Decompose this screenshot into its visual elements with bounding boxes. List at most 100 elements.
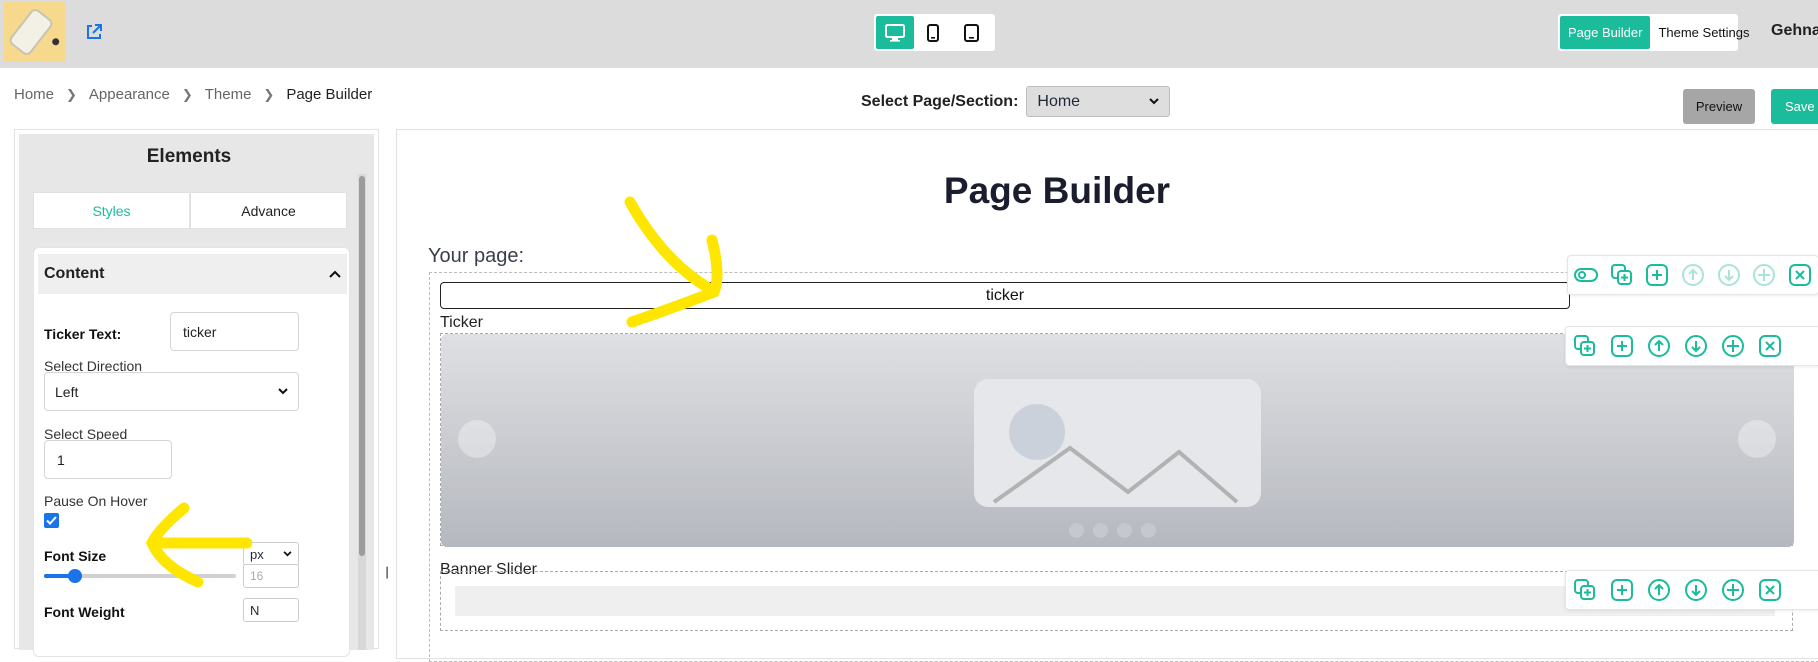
direction-select[interactable]: Left: [44, 372, 299, 411]
move-down-button[interactable]: [1681, 332, 1710, 361]
slider-dot[interactable]: [1069, 523, 1084, 538]
ticker-text-label: Ticker Text:: [44, 326, 122, 342]
checkmark-icon: [46, 516, 57, 525]
breadcrumb-current: Page Builder: [286, 86, 373, 103]
font-weight-value: N: [250, 602, 260, 618]
move-up-button[interactable]: [1679, 261, 1707, 290]
delete-block-button[interactable]: [1786, 261, 1814, 290]
annotation-arrow-left: [145, 502, 252, 588]
move-up-icon: [1647, 579, 1670, 601]
close-icon: [1789, 264, 1812, 286]
direction-value: Left: [55, 383, 79, 400]
chevron-down-icon: [1149, 98, 1160, 105]
theme-settings-mode-button[interactable]: Theme Settings: [1650, 16, 1757, 49]
close-icon: [1758, 579, 1781, 601]
ticker-preview[interactable]: ticker: [440, 282, 1570, 309]
font-weight-select[interactable]: N: [243, 598, 299, 622]
breadcrumb: Home ❯ Appearance ❯ Theme ❯ Page Builder: [14, 86, 372, 103]
copy-icon: [1610, 264, 1632, 285]
move-down-button[interactable]: [1715, 261, 1743, 290]
move-up-icon: [1682, 264, 1705, 286]
duplicate-button[interactable]: [1608, 261, 1636, 290]
camera-dot: [50, 36, 61, 47]
page-builder-mode-button[interactable]: Page Builder: [1560, 16, 1651, 49]
builder-canvas: Page Builder Your page: ticker Ticker Ba…: [396, 129, 1818, 662]
ticker-text-input[interactable]: ticker: [170, 312, 299, 351]
add-block-button[interactable]: [1607, 576, 1636, 605]
slider-dot[interactable]: [1141, 523, 1156, 538]
scrollbar-thumb[interactable]: [359, 176, 365, 556]
copy-icon: [1573, 579, 1595, 600]
page-title: Page Builder: [943, 170, 1171, 211]
duplicate-button[interactable]: [1570, 332, 1599, 361]
slider-dot[interactable]: [1117, 523, 1132, 538]
chevron-right-icon: ❯: [181, 86, 193, 102]
drag-handle[interactable]: [1751, 261, 1779, 290]
font-weight-label: Font Weight: [44, 604, 125, 620]
phone-logo-icon: [7, 6, 61, 58]
user-name[interactable]: Gehna: [1771, 22, 1818, 40]
breadcrumb-theme[interactable]: Theme: [205, 86, 252, 103]
drag-handle[interactable]: [1718, 332, 1747, 361]
slider-next-button[interactable]: [1738, 420, 1776, 458]
content-section: Content Ticker Text: ticker Select Direc…: [33, 247, 350, 657]
tablet-icon: [963, 23, 979, 42]
chevron-right-icon: ❯: [66, 86, 77, 102]
breadcrumb-home[interactable]: Home: [14, 86, 54, 103]
content-heading: Content: [44, 265, 105, 282]
move-down-icon: [1717, 264, 1740, 286]
font-size-slider-thumb[interactable]: [68, 569, 82, 583]
toggle-visibility-button[interactable]: [1572, 261, 1600, 290]
add-icon: [1610, 335, 1633, 357]
font-size-unit-value: px: [250, 546, 264, 562]
speed-input[interactable]: 1: [44, 440, 172, 479]
elements-title: Elements: [146, 146, 232, 167]
external-link-icon[interactable]: [84, 22, 104, 42]
move-up-icon: [1647, 335, 1670, 357]
add-block-button[interactable]: [1643, 261, 1671, 290]
tab-styles[interactable]: Styles: [33, 192, 190, 229]
duplicate-button[interactable]: [1570, 576, 1599, 605]
move-down-button[interactable]: [1681, 576, 1710, 605]
section-selector: Select Page/Section: Home: [861, 86, 1171, 117]
panel-scrollbar[interactable]: [358, 174, 366, 650]
content-section-header[interactable]: Content: [38, 254, 347, 294]
add-block-button[interactable]: [1607, 332, 1636, 361]
move-up-button[interactable]: [1644, 332, 1673, 361]
mode-switcher: Page Builder Theme Settings: [1558, 14, 1750, 51]
ticker-block-toolbar: [1567, 255, 1818, 295]
chevron-right-icon: ❯: [263, 86, 275, 102]
close-icon: [1758, 335, 1781, 357]
preview-button[interactable]: Preview: [1683, 89, 1755, 124]
store-logo[interactable]: [4, 2, 65, 62]
delete-block-button[interactable]: [1755, 576, 1784, 605]
save-button[interactable]: Save p: [1771, 89, 1818, 124]
panel-resize-handle[interactable]: ┃: [384, 568, 392, 582]
pause-on-hover-label: Pause On Hover: [44, 493, 148, 509]
your-page-label: Your page:: [428, 245, 525, 267]
move-down-icon: [1684, 335, 1707, 357]
font-size-label: Font Size: [44, 548, 107, 564]
chevron-down-icon: [283, 551, 292, 557]
mobile-view-button[interactable]: [914, 16, 952, 49]
mobile-icon: [927, 23, 939, 42]
device-switcher: [874, 14, 995, 51]
breadcrumb-appearance[interactable]: Appearance: [89, 86, 170, 103]
desktop-view-button[interactable]: [876, 16, 914, 49]
section-select[interactable]: Home: [1026, 86, 1171, 117]
move-up-button[interactable]: [1644, 576, 1673, 605]
chevron-down-icon: [278, 388, 288, 395]
tab-advance[interactable]: Advance: [190, 192, 347, 229]
pause-on-hover-checkbox[interactable]: [44, 513, 59, 528]
ticker-block-label: Ticker: [440, 314, 483, 331]
drag-handle[interactable]: [1718, 576, 1747, 605]
annotation-arrow-right: [624, 196, 723, 328]
drag-icon: [1721, 335, 1744, 357]
top-bar: Page Builder Theme Settings Gehna: [0, 0, 1818, 68]
delete-block-button[interactable]: [1755, 332, 1784, 361]
mountain-image-icon: [992, 404, 1239, 504]
slider-prev-button[interactable]: [458, 420, 496, 458]
tablet-view-button[interactable]: [952, 16, 990, 49]
section-select-value: Home: [1037, 92, 1081, 110]
slider-dot[interactable]: [1093, 523, 1108, 538]
